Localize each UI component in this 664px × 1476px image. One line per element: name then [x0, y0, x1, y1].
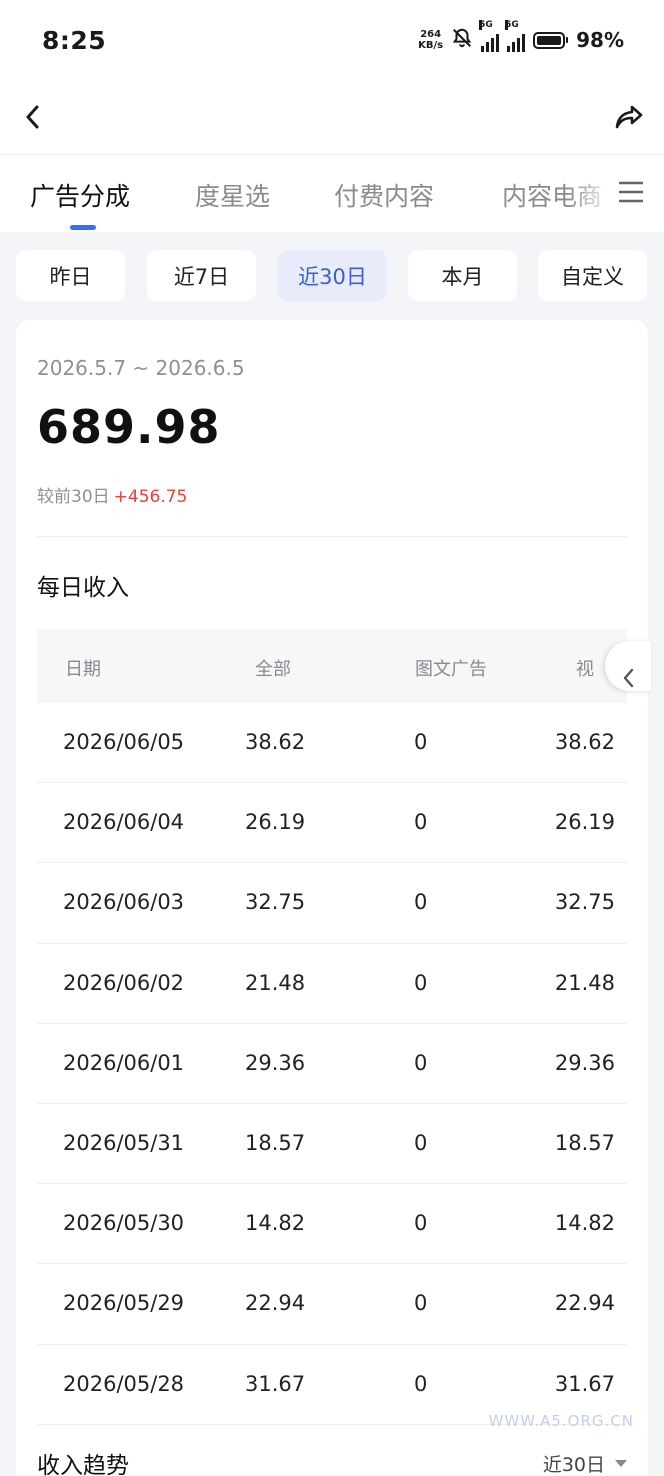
table-row: 2026/06/04 26.19 0 26.19 [37, 783, 627, 864]
cell-video-ad: 22.94 [554, 1291, 615, 1316]
tab-paid-content[interactable]: 付费内容 [334, 177, 434, 213]
comparison: 较前30日 +456.75 [37, 482, 187, 507]
cell-image-ad: 0 [414, 1050, 428, 1075]
table-row: 2026/06/05 38.62 0 38.62 [37, 703, 627, 784]
status-icons: 264 KB/s 5G 5G 98% [418, 20, 624, 53]
income-trend-title: 收入趋势 [37, 1453, 129, 1476]
cell-date: 2026/05/31 [63, 1130, 185, 1155]
status-time: 8:25 [42, 25, 107, 55]
cell-all: 38.62 [245, 730, 306, 754]
cell-video-ad: 14.82 [554, 1211, 615, 1236]
cell-video-ad: 26.19 [554, 810, 615, 835]
table-row: 2026/05/29 22.94 0 22.94 [37, 1264, 627, 1345]
cell-date: 2026/06/03 [63, 890, 185, 915]
table-body: 2026/06/05 38.62 0 38.62 2026/06/04 26.19 0 26.… [37, 703, 627, 1425]
category-tabs: 广告分成 度星选 付费内容 内容电商 [0, 154, 664, 232]
table-header: 日期 全部 图文广告 视频广告 [37, 629, 651, 703]
chip-last-30-days[interactable]: 近30日 [278, 250, 387, 301]
table-row: 2026/05/30 14.82 0 14.82 [37, 1184, 627, 1265]
battery-icon [533, 31, 569, 49]
table-row: 2026/06/02 21.48 0 21.48 [37, 944, 627, 1024]
cell-video-ad: 29.36 [554, 1050, 615, 1075]
menu-icon[interactable] [618, 179, 644, 209]
cell-image-ad: 0 [414, 810, 428, 835]
signal-icon-2: 5G [505, 20, 526, 52]
cell-date: 2026/05/29 [63, 1291, 185, 1316]
table-row: 2026/05/31 18.57 0 18.57 [37, 1104, 627, 1185]
battery-percent: 98% [576, 28, 624, 52]
bell-muted-icon [451, 27, 473, 53]
cell-video-ad: 38.62 [554, 730, 615, 754]
status-bar: 8:25 264 KB/s 5G 5G 98% [0, 0, 664, 80]
cell-date: 2026/06/05 [63, 730, 185, 754]
cell-image-ad: 0 [414, 730, 428, 754]
cell-all: 14.82 [245, 1211, 306, 1236]
comparison-delta: +456.75 [113, 487, 188, 507]
tab-du-selection[interactable]: 度星选 [195, 177, 270, 213]
tab-ad-revenue[interactable]: 广告分成 [30, 177, 130, 213]
cell-all: 29.36 [245, 1050, 306, 1075]
cell-image-ad: 0 [414, 1130, 428, 1155]
date-filter: 昨日 近7日 近30日 本月 自定义 [16, 250, 648, 302]
cell-date: 2026/05/30 [63, 1211, 185, 1236]
trend-range-dropdown[interactable]: 近30日 [543, 1450, 627, 1476]
cell-date: 2026/06/04 [63, 810, 185, 835]
cell-image-ad: 0 [414, 1371, 428, 1396]
watermark: WWW.A5.ORG.CN [488, 1412, 634, 1430]
cell-image-ad: 0 [414, 1291, 428, 1316]
col-image-ad: 图文广告 [415, 659, 487, 680]
divider [37, 536, 627, 537]
cell-all: 18.57 [245, 1130, 306, 1155]
revenue-card: 2026.5.7 ~ 2026.6.5 689.98 较前30日 +456.75 … [16, 320, 651, 1476]
table-row: 2026/06/03 32.75 0 32.75 [37, 863, 627, 944]
chip-custom[interactable]: 自定义 [538, 250, 647, 301]
nav-bar [0, 80, 664, 154]
date-range: 2026.5.7 ~ 2026.6.5 [37, 356, 245, 380]
cell-all: 31.67 [245, 1371, 306, 1396]
active-tab-indicator [70, 225, 96, 230]
trend-range-value: 近30日 [542, 1454, 605, 1476]
chip-yesterday[interactable]: 昨日 [16, 250, 125, 301]
network-speed-value: 264 [420, 29, 442, 40]
tab-fade [566, 165, 616, 223]
chip-this-month[interactable]: 本月 [408, 250, 517, 301]
cell-date: 2026/06/02 [63, 970, 185, 995]
network-speed-unit: KB/s [418, 40, 444, 51]
table-scroll-button[interactable] [605, 641, 651, 691]
cell-date: 2026/06/01 [63, 1050, 185, 1075]
cell-all: 22.94 [245, 1291, 306, 1316]
cell-video-ad: 32.75 [554, 890, 615, 915]
network-speed: 264 KB/s [418, 29, 443, 51]
daily-income-table: 日期 全部 图文广告 视频广告 2026/06/0538.62038.62202… [37, 629, 651, 1425]
cell-all: 32.75 [245, 890, 306, 915]
signal-label-2: 5G [505, 20, 519, 30]
cell-video-ad: 31.67 [554, 1371, 615, 1396]
table-row: 2026/06/01 29.36 0 29.36 [37, 1024, 627, 1104]
chip-last-7-days[interactable]: 近7日 [147, 250, 256, 301]
income-trend-header: 收入趋势 近30日 [37, 1446, 627, 1476]
total-revenue: 689.98 [37, 400, 221, 454]
cell-image-ad: 0 [414, 1211, 428, 1236]
signal-icon: 5G [479, 20, 500, 52]
col-all: 全部 [255, 659, 291, 680]
top-section: 8:25 264 KB/s 5G 5G 98% 广告分成 度星选 付费内容 内容… [0, 0, 664, 232]
cell-date: 2026/05/28 [63, 1371, 185, 1396]
cell-image-ad: 0 [414, 970, 428, 995]
chevron-left-icon [621, 667, 635, 694]
col-date: 日期 [65, 659, 101, 680]
cell-video-ad: 18.57 [554, 1130, 615, 1155]
cell-all: 26.19 [245, 810, 306, 835]
caret-down-icon [615, 1460, 627, 1467]
col-video-ad: 视频广告 [576, 659, 594, 680]
cell-image-ad: 0 [414, 890, 428, 915]
cell-video-ad: 21.48 [554, 970, 615, 995]
daily-income-title: 每日收入 [37, 575, 129, 601]
share-icon[interactable] [614, 104, 644, 130]
signal-label: 5G [479, 20, 493, 30]
back-arrow-icon[interactable] [22, 104, 44, 130]
cell-all: 21.48 [245, 970, 306, 995]
comparison-label: 较前30日 [37, 487, 110, 507]
